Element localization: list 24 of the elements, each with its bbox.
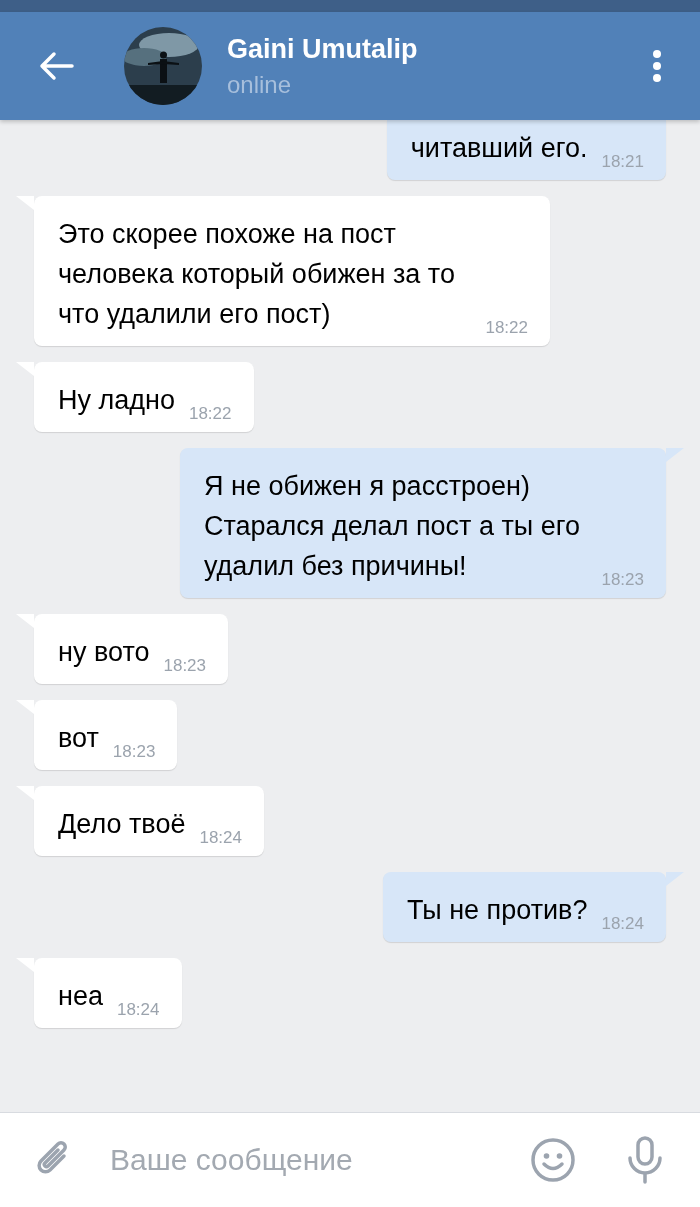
message-time: 18:24 bbox=[199, 828, 242, 848]
message-time: 18:23 bbox=[112, 742, 156, 762]
message-time: 18:23 bbox=[163, 656, 206, 676]
message-text: Ну ладно bbox=[58, 384, 175, 417]
message-time: 18:22 bbox=[188, 404, 232, 424]
smiley-icon[interactable] bbox=[530, 1137, 576, 1183]
message-text: вот bbox=[58, 722, 99, 755]
microphone-icon[interactable] bbox=[626, 1136, 664, 1184]
message-text: ну вото bbox=[58, 636, 150, 669]
message-text: неа bbox=[58, 980, 103, 1013]
message-time: 18:23 bbox=[601, 570, 644, 590]
message-time: 18:24 bbox=[601, 914, 644, 934]
message-time: 18:21 bbox=[601, 152, 644, 172]
message-text: Дело твоё bbox=[58, 808, 186, 841]
message-text: читавший его. bbox=[410, 132, 588, 165]
message-text: Ты не против? bbox=[406, 894, 588, 927]
message-text: Я не обижен я расстроен) Старался делал пост а ты его удалил без причины! bbox=[204, 470, 581, 583]
back-arrow-icon[interactable] bbox=[38, 51, 74, 81]
contact-status: online bbox=[227, 70, 293, 99]
message-time: 18:24 bbox=[116, 1000, 160, 1020]
message-text: Это скорее похоже на пост человека который обижен за то что удалили его пост) bbox=[58, 218, 456, 331]
contact-name: Gaini Umutalip bbox=[227, 33, 419, 65]
more-menu-icon[interactable] bbox=[652, 49, 662, 83]
message-time: 18:22 bbox=[485, 318, 528, 338]
